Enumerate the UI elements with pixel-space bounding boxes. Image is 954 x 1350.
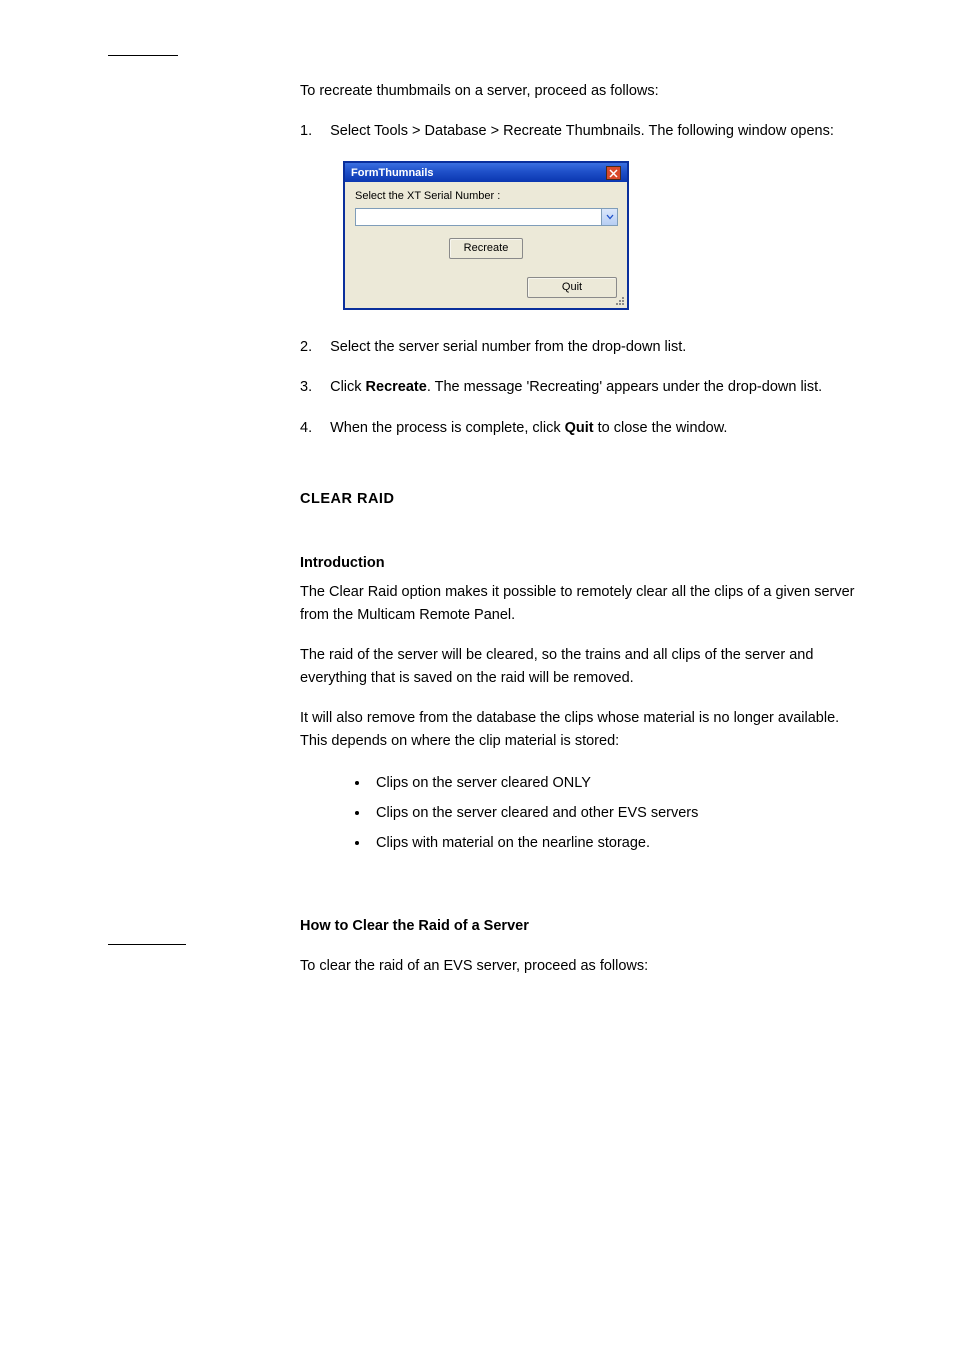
list-item: Clips with material on the nearline stor… [370,830,864,856]
list-item: Clips on the server cleared and other EV… [370,800,864,826]
step-3: 3. Click Recreate. The message 'Recreati… [300,376,864,398]
clip-location-list: Clips on the server cleared ONLY Clips o… [370,770,864,856]
intro-paragraph: To recreate thumbmails on a server, proc… [300,80,864,102]
seg-c: to close the window. [594,420,728,436]
step-number: 1. [300,120,312,142]
serial-number-dropdown[interactable] [355,208,618,226]
dialog-screenshot: FormThumnails Select the XT Serial Numbe… [108,161,864,310]
serial-label: Select the XT Serial Number : [355,190,617,202]
step-number: 4. [300,417,312,439]
seg-b: Quit [565,420,594,436]
form-thumbnails-dialog: FormThumnails Select the XT Serial Numbe… [343,161,629,310]
chevron-down-icon [601,209,617,225]
bottom-rule [108,944,186,945]
p5: The Clear Raid option makes it possible … [300,581,864,626]
step-text: Select Tools > Database > Recreate Thumb… [330,120,834,142]
step-number: 2. [300,336,312,358]
seg-c: . The message 'Recreating' appears under… [427,379,822,395]
step-text: Click Recreate. The message 'Recreating'… [330,376,822,398]
top-rule [108,55,178,56]
seg-a: Click [330,379,365,395]
close-icon[interactable] [606,166,621,180]
step-1: 1. Select Tools > Database > Recreate Th… [300,120,864,142]
p6: The raid of the server will be cleared, … [300,644,864,689]
step-2: 2. Select the server serial number from … [300,336,864,358]
quit-button[interactable]: Quit [527,277,617,298]
list-item: Clips on the server cleared ONLY [370,770,864,796]
titlebar[interactable]: FormThumnails [345,163,627,182]
introduction-heading: Introduction [300,555,864,571]
resize-grip-icon [614,295,624,305]
p7: It will also remove from the database th… [300,707,864,752]
p8: To clear the raid of an EVS server, proc… [300,955,864,977]
step-text: When the process is complete, click Quit… [330,417,727,439]
recreate-button[interactable]: Recreate [449,238,523,259]
window-title: FormThumnails [351,167,434,179]
step-number: 3. [300,376,312,398]
clear-raid-heading: CLEAR RAID [300,491,864,507]
seg-a: When the process is complete, click [330,420,565,436]
seg-b: Recreate [366,379,427,395]
step-4: 4. When the process is complete, click Q… [300,417,864,439]
howto-heading: How to Clear the Raid of a Server [300,918,864,934]
step-text: Select the server serial number from the… [330,336,686,358]
